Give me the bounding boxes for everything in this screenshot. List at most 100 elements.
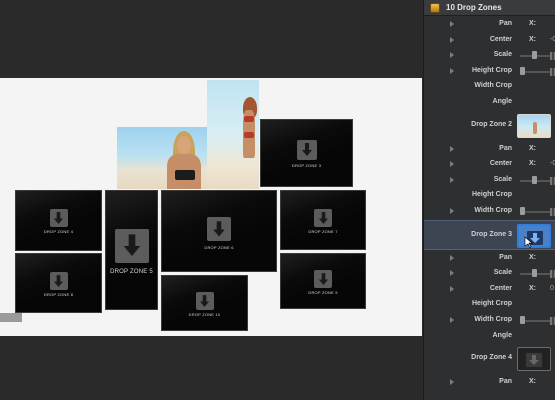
slider-knob[interactable] [520, 207, 525, 215]
param-label: Width Crop [474, 316, 512, 323]
x-coordinate-label: X: [529, 35, 536, 43]
disclosure-triangle-icon[interactable] [450, 317, 454, 323]
param-label: Pan [499, 20, 512, 27]
disclosure-triangle-icon[interactable] [450, 285, 454, 292]
beach-photo-drop-zone-2[interactable] [207, 80, 259, 189]
value-field-edge [550, 52, 555, 61]
x-coordinate-label: X: [529, 253, 536, 261]
drop-zone-label: Drop Zone 3 [471, 230, 512, 238]
disclosure-triangle-icon[interactable] [450, 176, 454, 183]
download-arrow-icon [207, 217, 231, 241]
param-row-pan[interactable]: Pan X: [424, 251, 555, 267]
param-label: Scale [493, 269, 512, 277]
disclosure-triangle-icon[interactable] [450, 145, 454, 152]
drop-zone-label: Drop Zone 2 [471, 120, 512, 128]
param-row-height-crop[interactable]: Height Crop [424, 188, 555, 204]
download-arrow-icon [526, 353, 542, 370]
param-row-scale[interactable]: Scale [424, 266, 555, 282]
drop-zone-10[interactable]: DROP ZONE 10 [161, 275, 248, 331]
drop-zone-label: DROP ZONE 3 [291, 163, 322, 168]
param-row-height-crop[interactable]: Height Crop [424, 64, 555, 80]
drop-zone-label: Drop Zone 4 [471, 354, 512, 362]
drop-zone-label: DROP ZONE 7 [308, 229, 338, 234]
param-row-scale[interactable]: Scale [424, 48, 555, 64]
param-label: Scale [493, 175, 512, 183]
drop-zone-label: DROP ZONE 4 [43, 229, 74, 234]
generator-icon [430, 3, 440, 13]
disclosure-triangle-icon[interactable] [450, 270, 454, 277]
x-value-field[interactable]: 0 [550, 285, 554, 292]
disclosure-triangle-icon[interactable] [450, 21, 454, 27]
drop-zone-label: DROP ZONE 8 [43, 292, 74, 297]
slider-knob[interactable] [520, 316, 525, 324]
drop-zone-5[interactable]: DROP ZONE 5 [105, 190, 158, 310]
drop-zone-7[interactable]: DROP ZONE 7 [280, 190, 366, 250]
timeline-scrub-handle[interactable] [0, 313, 22, 322]
param-row-pan[interactable]: Pan X: [424, 142, 555, 158]
param-label: Angle [492, 331, 512, 339]
drop-zone-label: DROP ZONE 9 [308, 290, 338, 295]
drop-zone-3[interactable]: DROP ZONE 3 [260, 119, 353, 187]
slider-knob[interactable] [520, 66, 525, 75]
param-label: Center [489, 284, 512, 292]
drop-zone-label: DROP ZONE 10 [188, 312, 221, 317]
param-row-pan[interactable]: Pan X: [424, 375, 555, 391]
inspector-header: 10 Drop Zones [424, 0, 555, 16]
param-row-pan[interactable]: Pan X: [424, 17, 555, 33]
param-row-center[interactable]: Center X: -0 [424, 157, 555, 173]
drop-zone-label: DROP ZONE 6 [204, 245, 234, 250]
model-face [177, 136, 191, 154]
download-arrow-icon [314, 209, 332, 227]
model-swimsuit [175, 170, 195, 180]
drop-zone-label: DROP ZONE 5 [110, 269, 153, 275]
param-row-angle[interactable]: Angle [424, 95, 555, 111]
param-label: Pan [499, 253, 512, 261]
slider-knob[interactable] [532, 269, 537, 278]
disclosure-triangle-icon[interactable] [450, 254, 454, 261]
disclosure-triangle-icon[interactable] [450, 161, 454, 168]
param-row-height-crop[interactable]: Height Crop [424, 297, 555, 313]
drop-zone-row[interactable]: Drop Zone 3 [424, 219, 555, 250]
inspector-title: 10 Drop Zones [446, 3, 502, 12]
download-arrow-icon [296, 140, 317, 160]
disclosure-triangle-icon[interactable] [450, 67, 454, 74]
param-label: Angle [492, 98, 512, 105]
drop-zone-row[interactable]: Drop Zone 4 [424, 344, 555, 374]
value-field-edge [550, 208, 555, 216]
download-arrow-icon [195, 292, 214, 310]
drop-zone-9[interactable]: DROP ZONE 9 [280, 253, 366, 309]
x-coordinate-label: X: [529, 284, 536, 292]
inspector-panel: 10 Drop Zones Pan X: Center X: -0 Scale Height… [423, 0, 555, 400]
param-row-center[interactable]: Center X: -0 [424, 33, 555, 49]
canvas-viewer: DROP ZONE 3 DROP ZONE 4 DROP ZONE 5 DROP… [0, 0, 422, 400]
download-arrow-icon [49, 272, 68, 290]
x-value-field[interactable]: -0 [550, 160, 555, 167]
param-label: Width Crop [474, 207, 512, 214]
param-row-width-crop[interactable]: Width Crop [424, 204, 555, 220]
x-coordinate-label: X: [529, 160, 536, 168]
disclosure-triangle-icon[interactable] [450, 36, 454, 43]
image-well[interactable] [517, 347, 551, 372]
x-value-field[interactable]: -0 [550, 36, 555, 43]
disclosure-triangle-icon[interactable] [450, 208, 454, 214]
param-row-angle[interactable]: Angle [424, 329, 555, 345]
disclosure-triangle-icon[interactable] [450, 379, 454, 386]
beach-photo-drop-zone-1[interactable] [117, 127, 208, 189]
drop-zone-8[interactable]: DROP ZONE 8 [15, 253, 102, 313]
disclosure-triangle-icon[interactable] [450, 52, 454, 59]
param-row-width-crop[interactable]: Width Crop [424, 79, 555, 95]
x-coordinate-label: X: [529, 144, 536, 152]
slider-knob[interactable] [532, 175, 537, 184]
slider-knob[interactable] [532, 51, 537, 60]
param-row-width-crop[interactable]: Width Crop [424, 313, 555, 329]
param-row-center[interactable]: Center X: 0 [424, 282, 555, 298]
download-arrow-icon [314, 270, 332, 288]
image-well[interactable] [517, 223, 551, 248]
param-row-scale[interactable]: Scale [424, 173, 555, 189]
x-coordinate-label: X: [529, 20, 536, 27]
drop-zone-4[interactable]: DROP ZONE 4 [15, 190, 102, 251]
drop-zone-row[interactable]: Drop Zone 2 [424, 111, 555, 141]
model-swimsuit-top [244, 116, 254, 122]
image-well[interactable] [517, 113, 551, 138]
drop-zone-6[interactable]: DROP ZONE 6 [161, 190, 277, 272]
